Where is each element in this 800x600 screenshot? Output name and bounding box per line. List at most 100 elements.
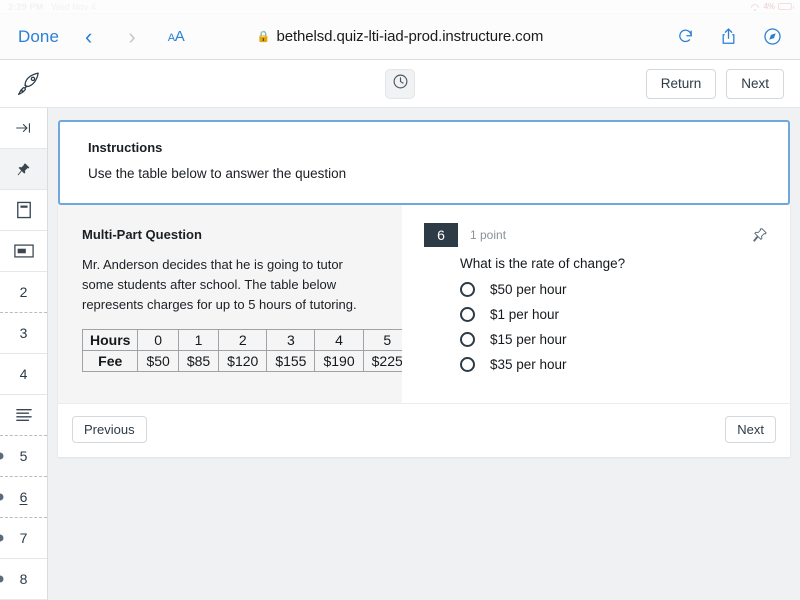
- radio-button[interactable]: [460, 307, 475, 322]
- app-toolbar: Return Next: [0, 60, 800, 108]
- table-row: Fee $50 $85 $120 $155 $190 $225: [83, 351, 412, 372]
- status-date: Wed Nov 4: [51, 2, 95, 12]
- answer-option-1[interactable]: $50 per hour: [460, 277, 768, 302]
- answer-option-label: $35 per hour: [490, 357, 567, 372]
- radio-button[interactable]: [460, 332, 475, 347]
- sidebar-item-8[interactable]: 8: [0, 559, 47, 600]
- table-cell: $85: [178, 351, 218, 372]
- question-body: 6 1 point What is the rate of change? $5…: [402, 205, 790, 403]
- sidebar-item-flashcard[interactable]: [0, 231, 47, 272]
- status-bar-right: 4%: [750, 2, 792, 11]
- flashcard-icon: [14, 244, 34, 258]
- instructions-text: Use the table below to answer the questi…: [88, 166, 760, 181]
- sidebar-item-label: 6: [20, 489, 28, 505]
- sidebar-item-notes[interactable]: [0, 190, 47, 231]
- sidebar-item-6[interactable]: 6: [0, 477, 47, 518]
- battery-icon: [778, 3, 792, 10]
- question-number-badge: 6: [424, 223, 458, 247]
- browser-toolbar: Done ‹ › AA 🔒 bethelsd.quiz-lti-iad-prod…: [0, 14, 800, 60]
- sidebar-item-7[interactable]: 7: [0, 518, 47, 559]
- answer-option-label: $15 per hour: [490, 332, 567, 347]
- collapse-right-icon: [15, 121, 32, 135]
- lock-icon: 🔒: [257, 30, 271, 43]
- pushpin-icon[interactable]: [752, 227, 768, 243]
- question-points: 1 point: [470, 228, 506, 242]
- notes-icon: [16, 201, 32, 219]
- tutoring-fee-table: Hours 0 1 2 3 4 5 Fee $50 $85 $120 $155: [82, 329, 412, 372]
- sidebar-item-label: 3: [20, 325, 28, 341]
- table-row: Hours 0 1 2 3 4 5: [83, 330, 412, 351]
- question-navigator-sidebar: 2 3 4 5 6 7 8: [0, 108, 48, 600]
- sidebar-item-4[interactable]: 4: [0, 354, 47, 395]
- battery-percent: 4%: [763, 2, 775, 11]
- browser-actions: [677, 27, 782, 46]
- table-cell: 0: [138, 330, 178, 351]
- table-cell: Hours: [83, 330, 138, 351]
- app-body: 2 3 4 5 6 7 8: [0, 108, 800, 600]
- ios-status-bar: 3:29 PM Wed Nov 4 4%: [0, 0, 800, 14]
- radio-button[interactable]: [460, 282, 475, 297]
- answer-option-4[interactable]: $35 per hour: [460, 352, 768, 377]
- next-button-top[interactable]: Next: [726, 69, 784, 99]
- table-cell: 4: [315, 330, 363, 351]
- table-cell: 2: [219, 330, 267, 351]
- quiz-canvas: Instructions Use the table below to answ…: [48, 108, 800, 600]
- safari-compass-icon[interactable]: [763, 27, 782, 46]
- answer-option-label: $50 per hour: [490, 282, 567, 297]
- sidebar-item-label: 5: [20, 448, 28, 464]
- previous-button[interactable]: Previous: [72, 416, 147, 443]
- answered-dot-icon: [0, 453, 4, 460]
- share-icon[interactable]: [720, 27, 737, 46]
- stimulus-title: Multi-Part Question: [82, 227, 378, 242]
- status-bar-left: 3:29 PM Wed Nov 4: [8, 2, 96, 12]
- rocket-icon[interactable]: [16, 70, 43, 97]
- answered-dot-icon: [0, 576, 4, 583]
- table-cell: $50: [138, 351, 178, 372]
- instructions-title: Instructions: [88, 140, 760, 155]
- sidebar-item-5[interactable]: 5: [0, 436, 47, 477]
- sidebar-item-label: 7: [20, 530, 28, 546]
- question-footer: Previous Next: [58, 403, 790, 457]
- sidebar-item-label: 2: [20, 284, 28, 300]
- back-button[interactable]: ‹: [81, 26, 96, 48]
- clock-icon: [392, 73, 409, 95]
- timer-button[interactable]: [385, 69, 415, 99]
- table-cell: $120: [219, 351, 267, 372]
- status-time: 3:29 PM: [8, 2, 43, 12]
- table-cell: 3: [267, 330, 315, 351]
- sidebar-item-2[interactable]: 2: [0, 272, 47, 313]
- answer-option-3[interactable]: $15 per hour: [460, 327, 768, 352]
- text-size-button[interactable]: AA: [168, 28, 185, 45]
- next-button[interactable]: Next: [725, 416, 776, 443]
- radio-button[interactable]: [460, 357, 475, 372]
- lines-icon: [14, 407, 34, 423]
- pin-icon: [16, 162, 31, 177]
- table-cell: 1: [178, 330, 218, 351]
- sidebar-item-label: 4: [20, 366, 28, 382]
- question-panel: Multi-Part Question Mr. Anderson decides…: [58, 205, 790, 403]
- stimulus-panel: Multi-Part Question Mr. Anderson decides…: [58, 205, 402, 403]
- toolbar-actions: Return Next: [646, 69, 784, 99]
- question-header: 6 1 point: [424, 223, 768, 247]
- url-text: bethelsd.quiz-lti-iad-prod.instructure.c…: [276, 28, 543, 45]
- answer-option-label: $1 per hour: [490, 307, 559, 322]
- sidebar-item-label: 8: [20, 571, 28, 587]
- sidebar-item-lines[interactable]: [0, 395, 47, 436]
- sidebar-item-3[interactable]: 3: [0, 313, 47, 354]
- answer-option-2[interactable]: $1 per hour: [460, 302, 768, 327]
- question-prompt: What is the rate of change?: [460, 256, 768, 271]
- answered-dot-icon: [0, 494, 4, 501]
- done-button[interactable]: Done: [18, 27, 59, 47]
- table-cell: Fee: [83, 351, 138, 372]
- instructions-card: Instructions Use the table below to answ…: [58, 120, 790, 205]
- forward-button[interactable]: ›: [124, 26, 139, 48]
- wifi-icon: [750, 3, 760, 11]
- sidebar-item-pin[interactable]: [0, 149, 47, 190]
- answered-dot-icon: [0, 535, 4, 542]
- table-cell: $155: [267, 351, 315, 372]
- return-button[interactable]: Return: [646, 69, 717, 99]
- answer-options: $50 per hour $1 per hour $15 per hour $3…: [460, 277, 768, 377]
- reload-icon[interactable]: [677, 28, 694, 45]
- sidebar-item-collapse[interactable]: [0, 108, 47, 149]
- table-cell: $190: [315, 351, 363, 372]
